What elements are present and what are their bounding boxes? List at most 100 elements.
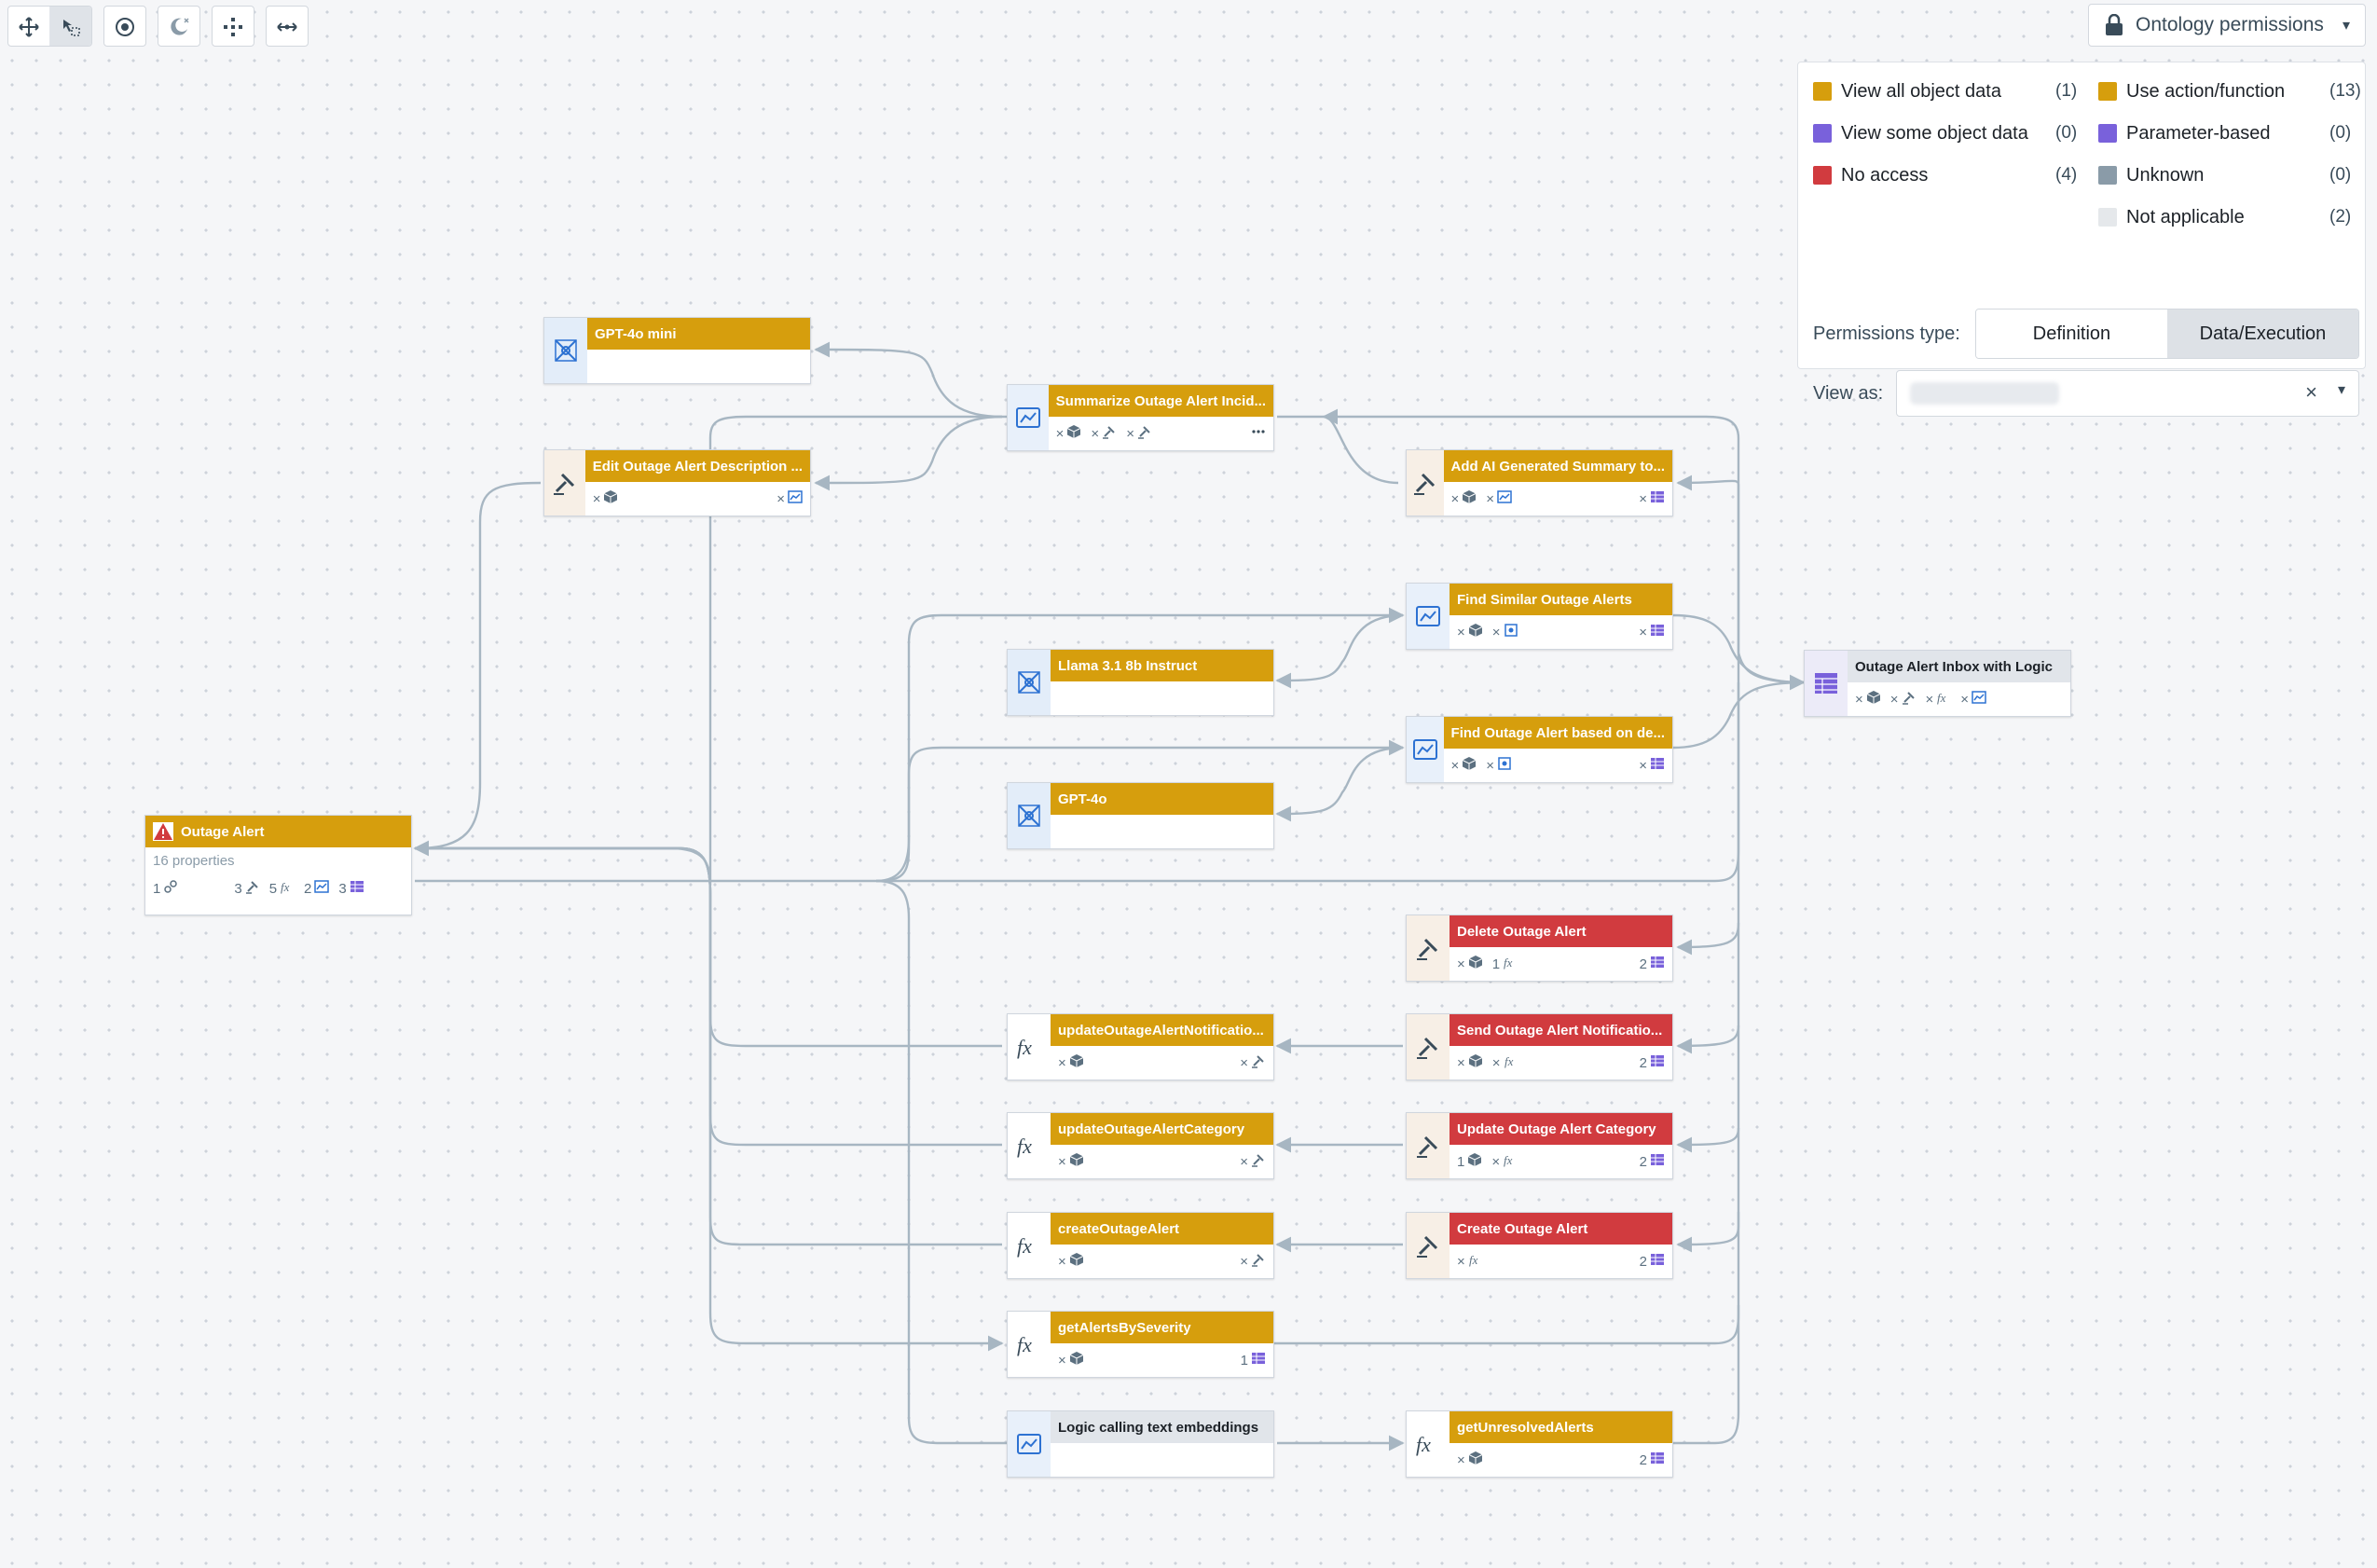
cube-icon: [1468, 1053, 1483, 1072]
expand-tool-button[interactable]: [267, 7, 308, 46]
node-inbox[interactable]: Outage Alert Inbox with Logic × × × fx ×: [1804, 650, 2071, 717]
chevron-down-icon: ▾: [2342, 18, 2350, 34]
node-type-icon: [1406, 915, 1450, 982]
node-stat-count: ×: [1058, 1253, 1066, 1270]
layout-tool-button[interactable]: [213, 7, 254, 46]
function-icon: fx: [1936, 690, 1951, 708]
node-title: GPT-4o: [1051, 783, 1273, 815]
node-stat-count: ×: [1925, 691, 1934, 708]
node-title: Find Similar Outage Alerts: [1450, 584, 1672, 615]
node-title: Add AI Generated Summary to...: [1443, 450, 1672, 482]
node-send-notif[interactable]: Send Outage Alert Notificatio... × × fx 2: [1406, 1013, 1673, 1080]
node-title: Find Outage Alert based on de...: [1443, 717, 1672, 749]
clear-icon[interactable]: ×: [2305, 380, 2317, 405]
legend-count: (0): [2329, 165, 2352, 185]
more-icon[interactable]: [1251, 424, 1266, 443]
node-get-severity[interactable]: fx getAlertsBySeverity × 1: [1007, 1311, 1274, 1378]
expand-icon: [277, 22, 297, 32]
node-stat-count: 1: [1240, 1352, 1248, 1369]
node-update-cat-fn[interactable]: fx updateOutageAlertCategory × ×: [1007, 1112, 1274, 1179]
node-stat: ×: [1058, 1053, 1084, 1072]
node-title: Summarize Outage Alert Incid...: [1048, 385, 1273, 417]
node-stats: [587, 350, 810, 383]
legend-label: View some object data: [1841, 122, 2028, 144]
function-icon: fx: [1468, 1252, 1483, 1271]
node-gpt4o[interactable]: GPT-4o: [1007, 782, 1274, 849]
node-stats: × × ×: [1444, 482, 1673, 516]
node-get-unresolved[interactable]: fx getUnresolvedAlerts × 2: [1406, 1410, 1673, 1478]
node-summarize[interactable]: Summarize Outage Alert Incid... × × ×: [1007, 384, 1274, 451]
select-tool-button[interactable]: [50, 7, 91, 46]
node-gpt4o-mini[interactable]: GPT-4o mini: [543, 317, 811, 384]
node-stat-count: ×: [1457, 624, 1465, 640]
node-title: Outage Alert Inbox with Logic: [1848, 651, 2070, 682]
node-stats: × × fx 2: [1450, 1046, 1672, 1080]
theme-tool-button[interactable]: [158, 7, 199, 46]
node-stat: ×: [1056, 424, 1082, 443]
node-stat-count: ×: [1126, 425, 1134, 442]
cube-icon: [1069, 1152, 1084, 1171]
node-find-similar[interactable]: Find Similar Outage Alerts × × ×: [1406, 583, 1673, 650]
ontology-permissions-dropdown[interactable]: Ontology permissions ▾: [2088, 4, 2366, 47]
node-type-icon: [1007, 782, 1051, 849]
node-delete[interactable]: Delete Outage Alert × 1 fx 2: [1406, 915, 1673, 982]
embed-icon: [1497, 756, 1512, 775]
node-stat-count: ×: [776, 490, 785, 507]
node-stat: 3: [234, 879, 259, 898]
legend-label: No access: [1841, 164, 1929, 186]
node-title: updateOutageAlertCategory: [1051, 1113, 1273, 1145]
select-icon: [63, 20, 80, 36]
node-stat-count: ×: [1450, 757, 1460, 774]
node-stat: 2: [1640, 1451, 1665, 1469]
view-as-select[interactable]: × ▾: [1896, 370, 2359, 417]
node-find-based[interactable]: Find Outage Alert based on de... × × ×: [1406, 716, 1673, 783]
node-type-icon: fx: [1406, 1410, 1450, 1478]
table-icon: [1812, 669, 1840, 697]
chevron-down-icon[interactable]: ▾: [2338, 380, 2345, 399]
node-stats: × × ×: [1049, 417, 1273, 450]
node-type-icon: [1007, 1410, 1051, 1478]
node-type-icon: [1007, 384, 1049, 451]
tab-definition[interactable]: Definition: [1976, 309, 2167, 358]
action-icon: [1414, 1033, 1442, 1061]
node-create-fn[interactable]: fx createOutageAlert × ×: [1007, 1212, 1274, 1279]
node-outage-alert[interactable]: Outage Alert 16 properties 1 3 5 fx 2 3: [144, 815, 412, 915]
node-add-ai[interactable]: Add AI Generated Summary to... × × ×: [1406, 449, 1673, 516]
legend-label: Unknown: [2126, 164, 2205, 186]
node-stats: [1051, 815, 1273, 848]
node-stat-count: 2: [1639, 1054, 1647, 1071]
node-stat: ×: [1639, 756, 1665, 775]
node-create[interactable]: Create Outage Alert × fx 2: [1406, 1212, 1673, 1279]
node-update-notif[interactable]: fx updateOutageAlertNotificatio... × ×: [1007, 1013, 1274, 1080]
function-icon: fx: [280, 879, 295, 898]
table-icon: [1650, 756, 1665, 775]
legend-label: Parameter-based: [2126, 122, 2271, 144]
logic-icon: [314, 879, 330, 898]
node-stat-count: 3: [338, 880, 347, 897]
node-stat: ×: [1058, 1351, 1084, 1369]
node-stat: ×: [1457, 623, 1483, 641]
node-update-cat[interactable]: Update Outage Alert Category 1 × fx 2: [1406, 1112, 1673, 1179]
node-type-icon: [1804, 650, 1848, 717]
cube-icon: [1468, 623, 1483, 641]
move-tool-button[interactable]: [8, 7, 50, 46]
node-stat: × fx: [1491, 1152, 1518, 1171]
action-icon: [1102, 424, 1117, 443]
function-icon: fx: [1015, 1033, 1043, 1061]
cube-icon: [1069, 1351, 1084, 1369]
node-stat-count: ×: [1055, 425, 1065, 442]
node-stat: 2: [1640, 955, 1665, 973]
node-stat: ×: [776, 489, 803, 508]
node-stat: 1: [1241, 1351, 1266, 1369]
node-stats: [1051, 1443, 1273, 1477]
tab-data-execution[interactable]: Data/Execution: [2167, 309, 2358, 358]
node-stat-count: 5: [268, 880, 278, 897]
cube-icon: [1468, 955, 1483, 973]
action-icon: [1414, 1231, 1442, 1259]
target-tool-button[interactable]: [104, 7, 145, 46]
node-stats: × × × fx ×: [1848, 682, 2070, 716]
node-edit-desc[interactable]: Edit Outage Alert Description ... × ×: [543, 449, 811, 516]
node-logic-embed[interactable]: Logic calling text embeddings: [1007, 1410, 1274, 1478]
logic-icon: [1497, 489, 1512, 508]
node-llama[interactable]: Llama 3.1 8b Instruct: [1007, 649, 1274, 716]
